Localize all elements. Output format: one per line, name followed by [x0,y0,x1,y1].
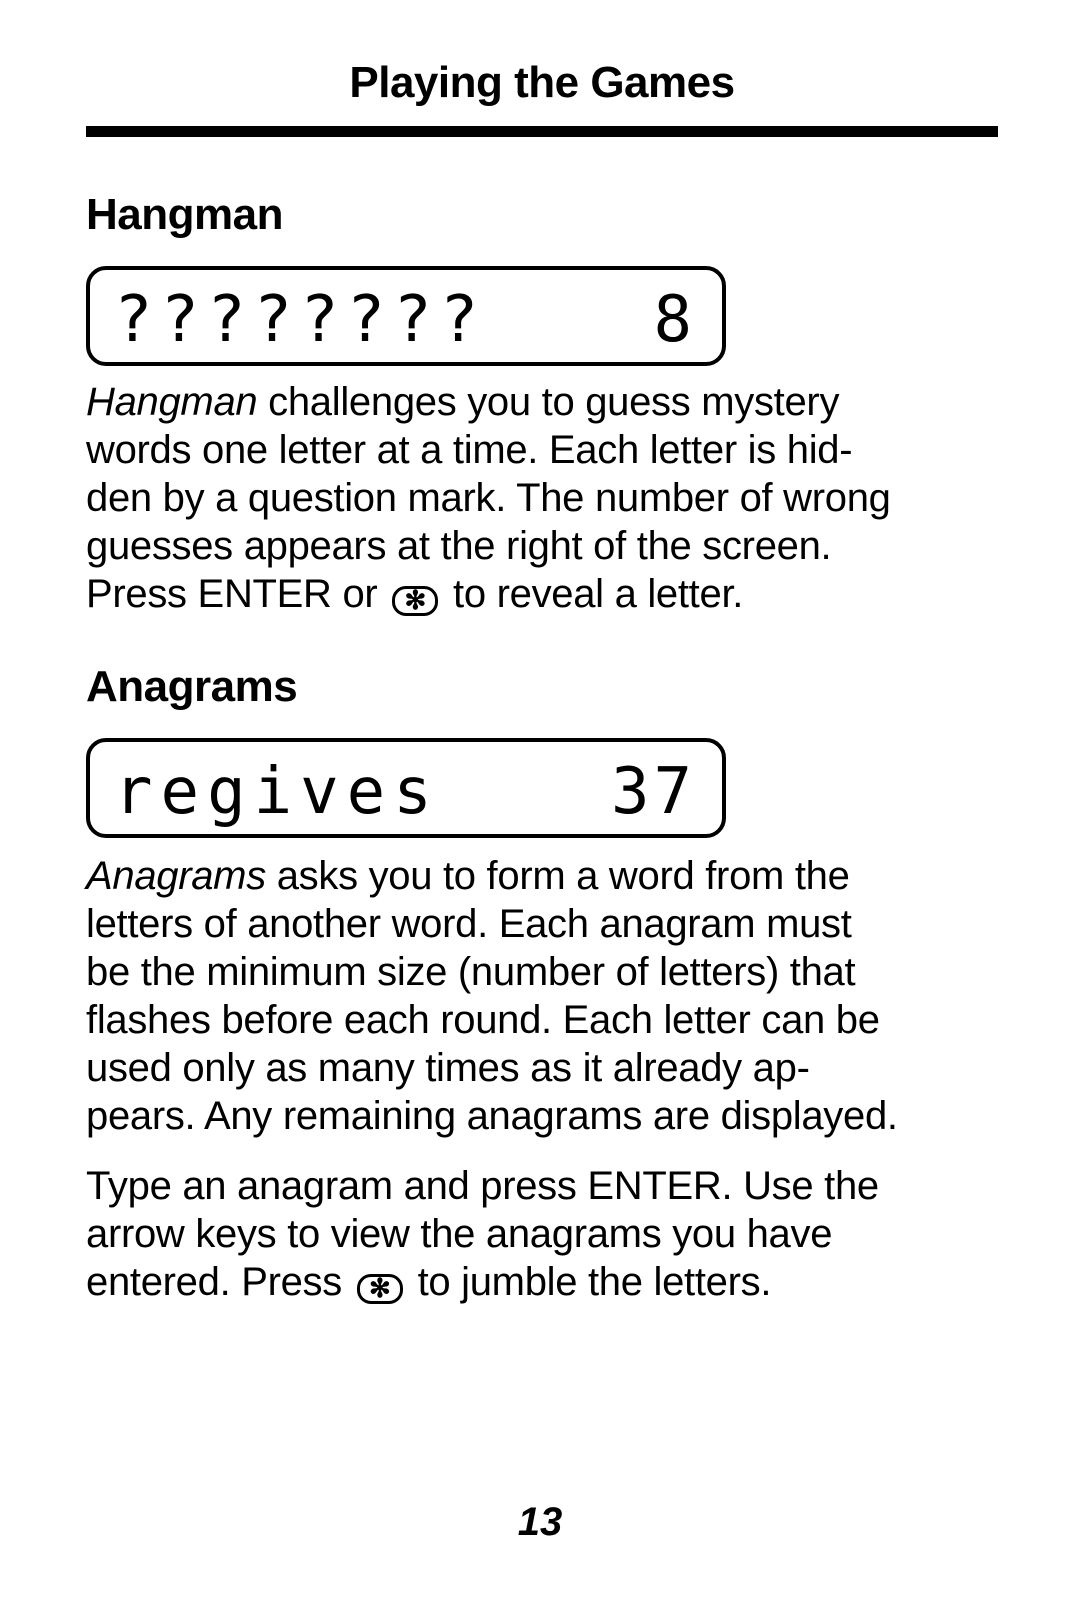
page-number: 13 [517,1500,563,1544]
text-line: guesses appears at the right of the scre… [86,524,832,568]
text-line: pears. Any remaining anagrams are displa… [86,1094,898,1138]
hangman-lcd-text: ???????? [114,283,487,357]
hangman-lcd-display: ???????? 8 [86,266,726,366]
asterisk-key-icon: ✻ [356,1274,403,1304]
hangman-italic-lead: Hangman [86,380,258,424]
text-line: be the minimum size (number of letters) … [86,950,856,994]
hangman-lcd-count: 8 [653,283,696,357]
asterisk-key-icon: ✻ [392,586,439,616]
text-line: Press ENTER or [86,572,389,616]
text-line: challenges you to guess mystery [257,380,840,424]
page-header: Playing the Games [349,58,735,107]
anagrams-lcd-display: regives 37 [86,738,726,838]
text-line: den by a question mark. The number of wr… [86,476,891,520]
text-line: used only as many times as it already ap… [86,1046,810,1090]
text-line: to reveal a letter. [442,572,744,616]
text-line: flashes before each round. Each letter c… [86,998,880,1042]
hangman-description: Hangman challenges you to guess mystery … [86,378,1006,618]
text-line: to jumble the letters. [406,1260,772,1304]
anagrams-description: Anagrams asks you to form a word from th… [86,852,1006,1140]
anagrams-instructions: Type an anagram and press ENTER. Use the… [86,1162,1006,1306]
hangman-title: Hangman [86,190,283,239]
text-line: words one letter at a time. Each letter … [86,428,853,472]
text-line: arrow keys to view the anagrams you have [86,1212,833,1256]
text-line: entered. Press [86,1260,353,1304]
anagrams-title: Anagrams [86,662,298,711]
anagrams-italic-lead: Anagrams [86,854,266,898]
anagrams-lcd-text: regives [114,755,440,829]
text-line: letters of another word. Each anagram mu… [86,902,852,946]
text-line: Type an anagram and press ENTER. Use the [86,1164,879,1208]
text-line: asks you to form a word from the [265,854,850,898]
header-rule [86,126,998,137]
anagrams-lcd-count: 37 [610,755,696,829]
